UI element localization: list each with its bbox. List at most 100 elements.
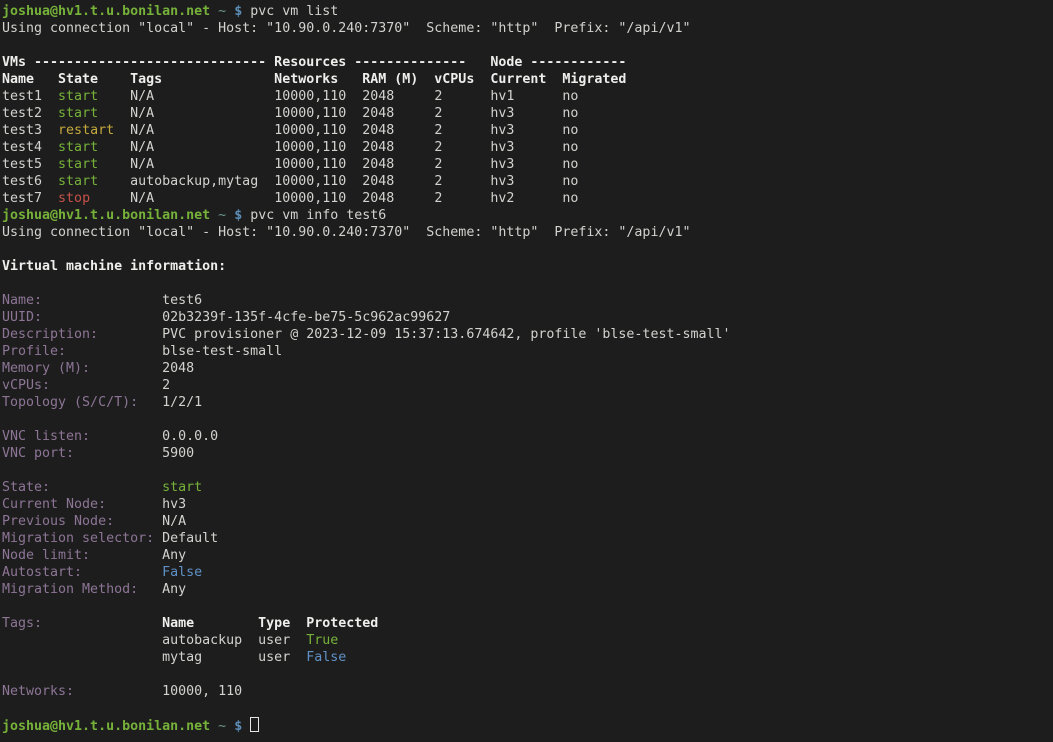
blank-line (2, 700, 1053, 717)
text-segment (98, 174, 130, 189)
info-value: 10000, 110 (162, 684, 242, 699)
info-value: Any (162, 548, 186, 563)
info-label: VNC listen: (2, 429, 162, 444)
vm-table-column-header: Name State Tags Networks RAM (M) vCPUs C… (2, 71, 1053, 88)
info-label: Tags: (2, 616, 162, 631)
text-segment (210, 719, 218, 734)
info-value: 5900 (162, 446, 194, 461)
prompt-idle: joshua@hv1.t.u.bonilan.net ~ $ (2, 717, 1053, 734)
text-segment (2, 633, 162, 648)
text-segment (98, 157, 130, 172)
info-field-vcpus: vCPUs: 2 (2, 377, 1053, 394)
vm-state: start (58, 89, 98, 104)
text-segment: Virtual machine information: (2, 259, 226, 274)
tag-protected-value: True (306, 633, 338, 648)
blank-line (2, 275, 1053, 292)
blank-line (2, 598, 1053, 615)
info-label: Profile: (2, 344, 162, 359)
info-field-description: Description: PVC provisioner @ 2023-12-0… (2, 326, 1053, 343)
text-segment (98, 140, 130, 155)
info-label: Previous Node: (2, 514, 162, 529)
blank-line (2, 241, 1053, 258)
info-field-previous-node: Previous Node: N/A (2, 513, 1053, 530)
tag-row-autobackup: autobackup user True (2, 632, 1053, 649)
info-field-state: State: start (2, 479, 1053, 496)
vm-row-values: N/A 10000,110 2048 2 hv3 no (130, 106, 578, 121)
info-value: Default (162, 531, 218, 546)
info-field-profile: Profile: blse-test-small (2, 343, 1053, 360)
prompt-symbol: $ (234, 208, 242, 223)
info-field-vnc-port: VNC port: 5900 (2, 445, 1053, 462)
info-field-migration-selector: Migration selector: Default (2, 530, 1053, 547)
vm-row-values: autobackup,mytag 10000,110 2048 2 hv3 no (130, 174, 578, 189)
text-segment (98, 106, 130, 121)
blank-line (2, 666, 1053, 683)
prompt-user-host: joshua@hv1.t.u.bonilan.net (2, 719, 210, 734)
vm-row-test2: test2 start N/A 10000,110 2048 2 hv3 no (2, 105, 1053, 122)
terminal-screen[interactable]: joshua@hv1.t.u.bonilan.net ~ $ pvc vm li… (0, 0, 1053, 742)
info-field-networks: Networks: 10000, 110 (2, 683, 1053, 700)
prompt-symbol: $ (234, 4, 242, 19)
prompt-symbol: $ (234, 719, 242, 734)
vm-name: test2 (2, 106, 58, 121)
vm-state: restart (58, 123, 114, 138)
prompt-command-vm-list: joshua@hv1.t.u.bonilan.net ~ $ pvc vm li… (2, 3, 1053, 20)
info-field-current-node: Current Node: hv3 (2, 496, 1053, 513)
vm-row-values: N/A 10000,110 2048 2 hv1 no (130, 89, 578, 104)
info-label: vCPUs: (2, 378, 162, 393)
info-value: Any (162, 582, 186, 597)
tag-protected-value: False (306, 650, 346, 665)
vm-name: test5 (2, 157, 58, 172)
tag-name-type: mytag user (162, 650, 306, 665)
info-value: hv3 (162, 497, 186, 512)
vm-row-values: N/A 10000,110 2048 2 hv3 no (130, 140, 578, 155)
vm-table-section-header: VMs ----------------------------- Resour… (2, 54, 1053, 71)
info-label: Memory (M): (2, 361, 162, 376)
info-value: 1/2/1 (162, 395, 202, 410)
terminal-cursor (250, 717, 259, 732)
info-label: Autostart: (2, 565, 162, 580)
text-segment: Name State Tags Networks RAM (M) vCPUs C… (2, 72, 626, 87)
info-label: Topology (S/C/T): (2, 395, 162, 410)
info-field-node-limit: Node limit: Any (2, 547, 1053, 564)
info-value: 0.0.0.0 (162, 429, 218, 444)
vm-name: test3 (2, 123, 58, 138)
info-label: Networks: (2, 684, 162, 699)
prompt-cwd: ~ (218, 4, 226, 19)
text-segment (226, 4, 234, 19)
info-label: Migration Method: (2, 582, 162, 597)
vm-row-test1: test1 start N/A 10000,110 2048 2 hv1 no (2, 88, 1053, 105)
vm-name: test1 (2, 89, 58, 104)
vm-row-values: N/A 10000,110 2048 2 hv3 no (130, 157, 578, 172)
text-segment (210, 208, 218, 223)
vm-row-test7: test7 stop N/A 10000,110 2048 2 hv2 no (2, 190, 1053, 207)
vm-state: stop (58, 191, 90, 206)
tag-name-type: autobackup user (162, 633, 306, 648)
info-label: Description: (2, 327, 162, 342)
vm-name: test6 (2, 174, 58, 189)
info-value: False (162, 565, 202, 580)
tags-column-header: Name Type Protected (162, 616, 378, 631)
info-field-memory-m: Memory (M): 2048 (2, 360, 1053, 377)
vm-state: start (58, 140, 98, 155)
prompt-cwd: ~ (218, 719, 226, 734)
vm-row-values: N/A 10000,110 2048 2 hv3 no (130, 123, 578, 138)
text-segment: Using connection "local" - Host: "10.90.… (2, 21, 690, 36)
info-field-vnc-listen: VNC listen: 0.0.0.0 (2, 428, 1053, 445)
info-value: test6 (162, 293, 202, 308)
tag-row-mytag: mytag user False (2, 649, 1053, 666)
vm-state: start (58, 106, 98, 121)
text-segment (242, 719, 250, 734)
info-value: N/A (162, 514, 186, 529)
text-segment (210, 4, 218, 19)
connection-info-line: Using connection "local" - Host: "10.90.… (2, 224, 1053, 241)
info-field-migration-method: Migration Method: Any (2, 581, 1053, 598)
vm-row-values: N/A 10000,110 2048 2 hv2 no (130, 191, 578, 206)
vm-name: test4 (2, 140, 58, 155)
info-value: 02b3239f-135f-4cfe-be75-5c962ac99627 (162, 310, 450, 325)
text-segment (226, 208, 234, 223)
blank-line (2, 462, 1053, 479)
vm-row-test3: test3 restart N/A 10000,110 2048 2 hv3 n… (2, 122, 1053, 139)
vm-name: test7 (2, 191, 58, 206)
info-field-name: Name: test6 (2, 292, 1053, 309)
